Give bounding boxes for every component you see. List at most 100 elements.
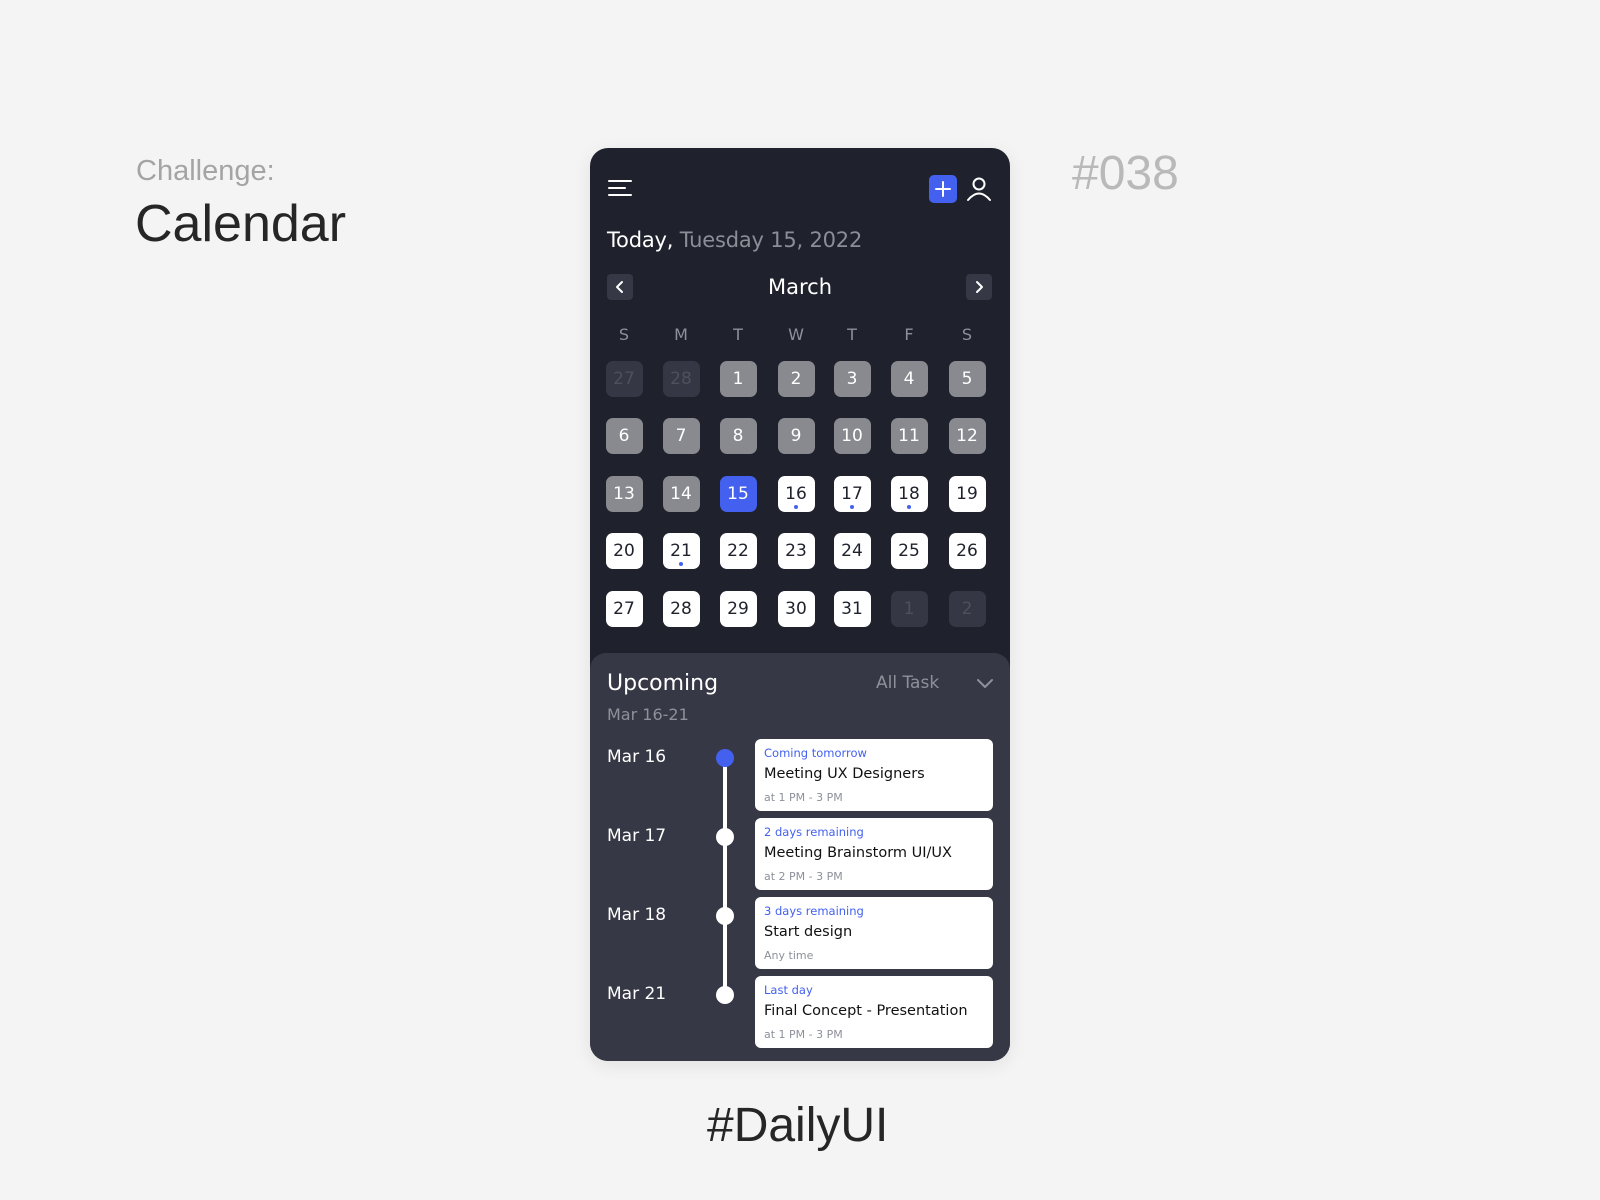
- day-cell[interactable]: 28: [662, 591, 700, 627]
- day-number: 31: [841, 599, 863, 619]
- day-number: 22: [727, 541, 749, 561]
- weekday-label: T: [733, 325, 743, 344]
- day-number: 1: [903, 599, 915, 619]
- challenge-number: #038: [1072, 147, 1179, 200]
- day-number: 13: [613, 484, 635, 504]
- day-number: 2: [790, 369, 802, 389]
- day-cell[interactable]: 30: [777, 591, 815, 627]
- day-cell[interactable]: 14: [662, 476, 700, 512]
- day-number: 14: [670, 484, 692, 504]
- day-cell[interactable]: 20: [605, 533, 643, 569]
- event-card[interactable]: 3 days remaining Start design Any time: [755, 897, 993, 969]
- calendar-app: Today, Tuesday 15, 2022 March SMTWTFS 27…: [590, 148, 1010, 1061]
- event-status: Coming tomorrow: [764, 746, 867, 760]
- upcoming-range: Mar 16-21: [607, 705, 689, 724]
- day-cell[interactable]: 19: [948, 476, 986, 512]
- day-cell[interactable]: 6: [605, 418, 643, 454]
- event-card[interactable]: Coming tomorrow Meeting UX Designers at 1 …: [755, 739, 993, 811]
- timeline-dot: [716, 828, 734, 846]
- day-number: 25: [898, 541, 920, 561]
- event-indicator-dot: [907, 505, 911, 509]
- day-number: 10: [841, 426, 863, 446]
- weekday-label: W: [788, 325, 804, 344]
- day-cell[interactable]: 7: [662, 418, 700, 454]
- day-cell[interactable]: 5: [948, 361, 986, 397]
- event-time: Any time: [764, 949, 814, 962]
- day-cell[interactable]: 1: [719, 361, 757, 397]
- day-number: 11: [898, 426, 920, 446]
- day-cell[interactable]: 16: [777, 476, 815, 512]
- event-card[interactable]: Last day Final Concept - Presentation at 1…: [755, 976, 993, 1048]
- day-number: 1: [732, 369, 744, 389]
- day-number: 16: [785, 484, 807, 504]
- day-cell[interactable]: 17: [833, 476, 871, 512]
- timeline-dot: [716, 749, 734, 767]
- weekday-label: S: [961, 325, 973, 344]
- plus-icon[interactable]: [929, 175, 957, 203]
- day-cell[interactable]: 29: [719, 591, 757, 627]
- day-number: 27: [613, 369, 635, 389]
- day-number: 18: [898, 484, 920, 504]
- day-number: 6: [618, 426, 630, 446]
- day-cell[interactable]: 27: [605, 361, 643, 397]
- day-cell[interactable]: 13: [605, 476, 643, 512]
- challenge-title: Calendar: [135, 195, 347, 253]
- event-card[interactable]: 2 days remaining Meeting Brainstorm UI/UX…: [755, 818, 993, 890]
- day-number: 24: [841, 541, 863, 561]
- day-cell[interactable]: 10: [833, 418, 871, 454]
- chevron-down-icon: [977, 679, 993, 688]
- day-cell[interactable]: 25: [890, 533, 928, 569]
- day-cell[interactable]: 3: [833, 361, 871, 397]
- day-cell[interactable]: 11: [890, 418, 928, 454]
- weekday-header: SMTWTFS: [590, 325, 1010, 345]
- timeline-line: [723, 753, 727, 993]
- day-number: 17: [841, 484, 863, 504]
- upcoming-title: Upcoming: [607, 671, 719, 696]
- user-icon[interactable]: [966, 175, 992, 203]
- day-cell[interactable]: 8: [719, 418, 757, 454]
- day-cell[interactable]: 31: [833, 591, 871, 627]
- day-cell[interactable]: 24: [833, 533, 871, 569]
- chevron-right-icon: [976, 281, 983, 293]
- event-time: at 1 PM - 3 PM: [764, 1028, 843, 1041]
- day-cell[interactable]: 27: [605, 591, 643, 627]
- day-cell[interactable]: 2: [948, 591, 986, 627]
- filter-label: All Task: [876, 673, 940, 693]
- event-status: Last day: [764, 983, 813, 997]
- dailyui-tag: #DailyUI: [707, 1099, 889, 1152]
- event-status: 3 days remaining: [764, 904, 864, 918]
- event-title: Meeting Brainstorm UI/UX: [764, 845, 952, 861]
- day-number: 28: [670, 369, 692, 389]
- day-number: 19: [956, 484, 978, 504]
- day-number: 8: [732, 426, 744, 446]
- event-indicator-dot: [794, 505, 798, 509]
- day-number: 9: [790, 426, 802, 446]
- day-cell[interactable]: 22: [719, 533, 757, 569]
- day-number: 23: [785, 541, 807, 561]
- day-cell[interactable]: 9: [777, 418, 815, 454]
- day-cell[interactable]: 21: [662, 533, 700, 569]
- hamburger-menu-icon[interactable]: [608, 178, 634, 198]
- challenge-label: Challenge:: [136, 155, 275, 187]
- weekday-label: S: [618, 325, 630, 344]
- day-cell[interactable]: 18: [890, 476, 928, 512]
- day-cell[interactable]: 1: [890, 591, 928, 627]
- event-date: Mar 21: [607, 984, 667, 1004]
- next-month-button[interactable]: [966, 274, 992, 300]
- day-cell[interactable]: 28: [662, 361, 700, 397]
- day-cell[interactable]: 12: [948, 418, 986, 454]
- task-filter-dropdown[interactable]: All Task: [876, 673, 993, 693]
- event-date: Mar 18: [607, 905, 667, 925]
- weekday-label: F: [904, 325, 914, 344]
- day-cell[interactable]: 4: [890, 361, 928, 397]
- event-indicator-dot: [679, 562, 683, 566]
- day-number: 12: [956, 426, 978, 446]
- event-title: Meeting UX Designers: [764, 766, 925, 782]
- event-date: Mar 17: [607, 826, 667, 846]
- day-cell-today[interactable]: 15: [719, 476, 757, 512]
- day-number: 21: [670, 541, 692, 561]
- day-cell[interactable]: 23: [777, 533, 815, 569]
- day-cell[interactable]: 2: [777, 361, 815, 397]
- event-status: 2 days remaining: [764, 825, 864, 839]
- day-cell[interactable]: 26: [948, 533, 986, 569]
